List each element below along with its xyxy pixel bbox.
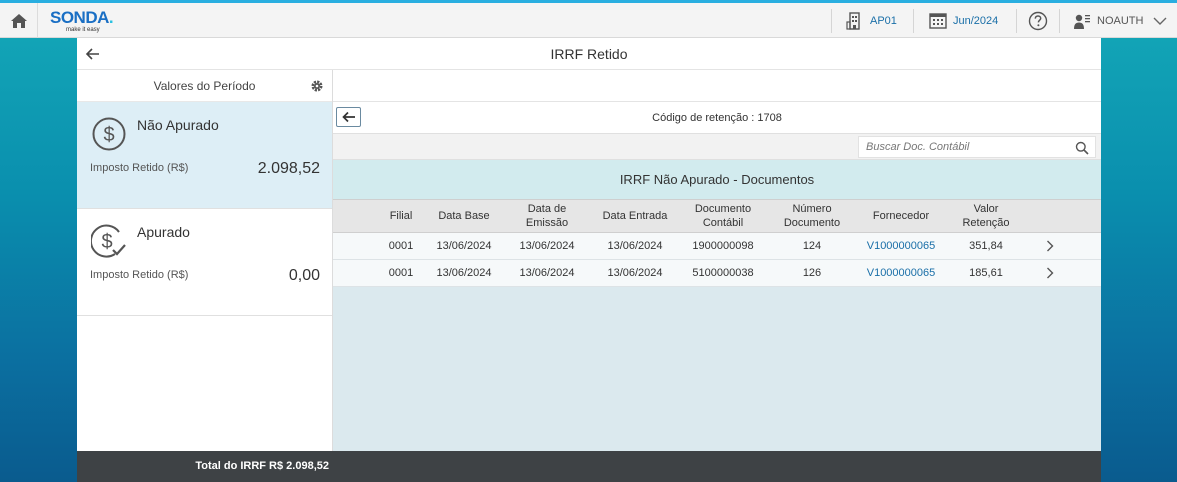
column-header[interactable]: Data Entrada [591, 200, 679, 232]
column-header[interactable]: Número Documento [767, 200, 857, 232]
column-header[interactable]: Filial [333, 200, 413, 232]
column-header[interactable]: Valor Retenção [945, 200, 1027, 232]
divider [913, 9, 914, 33]
supplier-link[interactable]: V1000000065 [857, 233, 945, 259]
cell-data-emissao: 13/06/2024 [519, 240, 575, 252]
chevron-right-icon [1047, 267, 1054, 279]
search-input[interactable] [859, 137, 1069, 157]
cell-data-emissao: 13/06/2024 [519, 267, 575, 279]
supplier-link[interactable]: V1000000065 [857, 260, 945, 286]
period-item-label: Imposto Retido (R$) [90, 162, 189, 174]
app-header: IRRF Retido [77, 38, 1101, 70]
help-button[interactable] [1028, 3, 1048, 38]
column-header[interactable]: Data Base [413, 200, 503, 232]
cell-valor-retencao: 185,61 [969, 267, 1003, 279]
period-label: Jun/2024 [953, 14, 999, 27]
page-title: IRRF Retido [550, 46, 628, 62]
period-item-title: Apurado [137, 224, 190, 240]
svg-text:$: $ [103, 124, 114, 146]
cell-documento-contabil: 1900000098 [692, 240, 754, 252]
column-header[interactable]: Fornecedor [857, 200, 945, 232]
period-item-title: Não Apurado [137, 117, 219, 133]
master-title: Valores do Período [153, 78, 256, 93]
cell-data-base: 13/06/2024 [436, 267, 492, 279]
column-header[interactable]: Documento Contábil [679, 200, 767, 232]
user-icon [1074, 14, 1090, 29]
building-icon [846, 11, 860, 30]
cell-documento-contabil: 5100000038 [692, 267, 754, 279]
user-menu[interactable]: NOAUTH [1073, 3, 1167, 38]
period-item-nao-apurado[interactable]: $ Não Apurado Imposto Retido (R$) 2.098,… [77, 102, 332, 209]
cell-valor-retencao: 351,84 [969, 240, 1003, 252]
column-header[interactable]: Data de Emissão [503, 200, 591, 232]
documents-table: Filial Data Base Data de Emissão Data En… [333, 199, 1101, 287]
cell-filial: 0001 [388, 267, 414, 279]
user-name: NOAUTH [1097, 14, 1144, 27]
detail-footer [333, 451, 1101, 482]
detail-header-blank [333, 70, 1101, 102]
divider [1016, 9, 1017, 33]
period-item-apurado[interactable]: $ Apurado Imposto Retido (R$) 0,00 [77, 209, 332, 316]
table-row[interactable]: 0001 13/06/2024 13/06/2024 13/06/2024 19… [333, 233, 1101, 260]
home-button[interactable] [0, 3, 38, 38]
cell-numero-documento: 126 [802, 267, 822, 279]
master-panel: Valores do Período $ Não Apurado Imposto… [77, 70, 333, 482]
detail-back-button[interactable] [336, 107, 361, 127]
chevron-down-icon [1153, 17, 1167, 25]
table-title: IRRF Não Apurado - Documentos [333, 160, 1101, 199]
search-field [858, 136, 1096, 158]
shell-bar: SONDA. make it easy AP01 Jun/2024 NOAUTH [0, 3, 1177, 38]
sonda-logo: SONDA. make it easy [50, 8, 114, 33]
cell-data-entrada: 13/06/2024 [607, 267, 663, 279]
search-bar [333, 134, 1101, 160]
help-icon [1028, 11, 1048, 30]
dollar-check-icon: $ [91, 224, 126, 258]
table-row[interactable]: 0001 13/06/2024 13/06/2024 13/06/2024 51… [333, 260, 1101, 287]
company-selector[interactable]: AP01 [846, 3, 897, 38]
calendar-icon [929, 13, 947, 29]
period-selector[interactable]: Jun/2024 [929, 3, 998, 38]
divider [831, 9, 832, 33]
divider [1059, 9, 1060, 33]
svg-text:$: $ [101, 231, 112, 253]
row-navigate-button[interactable] [1027, 260, 1073, 286]
search-icon[interactable] [1075, 141, 1089, 155]
home-icon [10, 13, 27, 28]
total-footer: Total do IRRF R$ 2.098,52 [77, 451, 333, 482]
master-header: Valores do Período [77, 70, 332, 102]
gear-icon[interactable] [310, 79, 324, 93]
dollar-circle-icon: $ [92, 117, 126, 151]
arrow-left-icon [341, 111, 355, 123]
table-header: Filial Data Base Data de Emissão Data En… [333, 199, 1101, 233]
detail-panel: Código de retenção : 1708 IRRF Não Apura… [333, 70, 1101, 482]
cell-data-entrada: 13/06/2024 [607, 240, 663, 252]
back-button[interactable] [85, 46, 103, 62]
detail-subheader: Código de retenção : 1708 [333, 102, 1101, 134]
row-navigate-button[interactable] [1027, 233, 1073, 259]
cell-numero-documento: 124 [802, 240, 822, 252]
chevron-right-icon [1047, 240, 1054, 252]
column-header-blank [1027, 200, 1073, 232]
cell-data-base: 13/06/2024 [436, 240, 492, 252]
period-item-value: 0,00 [288, 267, 320, 284]
app-container: IRRF Retido Valores do Período $ Não Apu… [77, 38, 1101, 482]
period-item-label: Imposto Retido (R$) [90, 269, 189, 281]
arrow-left-icon [85, 48, 99, 60]
company-label: AP01 [870, 14, 897, 27]
period-item-value: 2.098,52 [257, 160, 320, 177]
cell-filial: 0001 [388, 240, 414, 252]
retention-code-title: Código de retenção : 1708 [652, 112, 782, 124]
